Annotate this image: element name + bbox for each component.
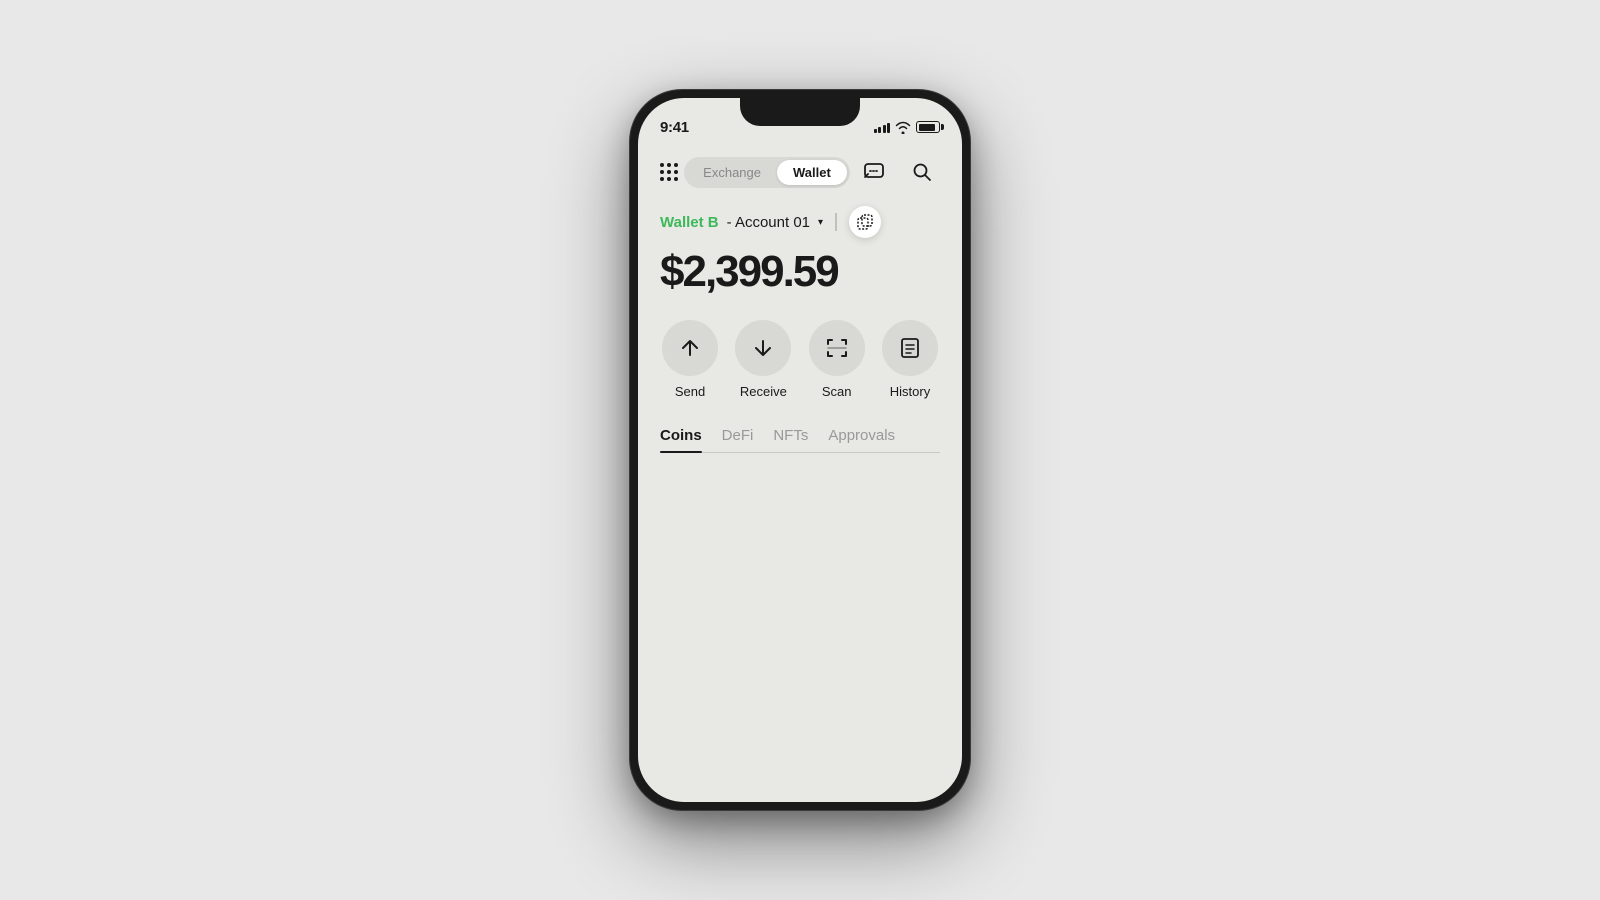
phone-screen: 9:41 [638,98,962,802]
phone-mockup: 9:41 [630,90,970,810]
send-button[interactable]: Send [660,320,720,399]
message-icon [863,161,885,183]
send-icon [678,336,702,360]
exchange-tab[interactable]: Exchange [687,160,777,185]
action-buttons-row: Send Receive [660,320,940,399]
scan-circle [809,320,865,376]
header-right-icons [856,154,940,190]
divider [835,213,837,231]
battery-icon [916,121,940,133]
scan-icon [824,335,850,361]
wallet-name: Wallet B [660,214,719,231]
wallet-balance: $2,399.59 [660,248,940,296]
wallet-info-row: Wallet B - Account 01 ▾ [660,206,940,238]
receive-label: Receive [740,384,787,399]
history-icon [898,336,922,360]
messages-button[interactable] [856,154,892,190]
screen-content: Exchange Wallet [638,142,962,802]
asset-tabs: Coins DeFi NFTs Approvals [660,427,940,453]
account-name: - Account 01 [727,214,810,231]
status-time: 9:41 [660,119,689,136]
history-button[interactable]: History [880,320,940,399]
send-label: Send [675,384,705,399]
receive-button[interactable]: Receive [733,320,793,399]
exchange-wallet-switcher: Exchange Wallet [684,157,850,188]
account-dropdown-arrow[interactable]: ▾ [818,217,823,228]
copy-icon [857,214,873,230]
tab-coins[interactable]: Coins [660,427,702,452]
notch [740,98,860,126]
receive-circle [735,320,791,376]
tab-defi[interactable]: DeFi [722,427,754,452]
history-label: History [890,384,930,399]
receive-icon [751,336,775,360]
wifi-icon [895,121,911,134]
copy-address-button[interactable] [849,206,881,238]
scan-label: Scan [822,384,852,399]
search-button[interactable] [904,154,940,190]
tab-nfts[interactable]: NFTs [773,427,808,452]
scan-button[interactable]: Scan [807,320,867,399]
history-circle [882,320,938,376]
tab-approvals[interactable]: Approvals [828,427,895,452]
search-icon [911,161,933,183]
signal-icon [874,121,891,133]
status-icons [874,121,941,134]
app-header: Exchange Wallet [660,150,940,190]
grid-menu-icon[interactable] [660,163,678,181]
wallet-tab[interactable]: Wallet [777,160,847,185]
send-circle [662,320,718,376]
